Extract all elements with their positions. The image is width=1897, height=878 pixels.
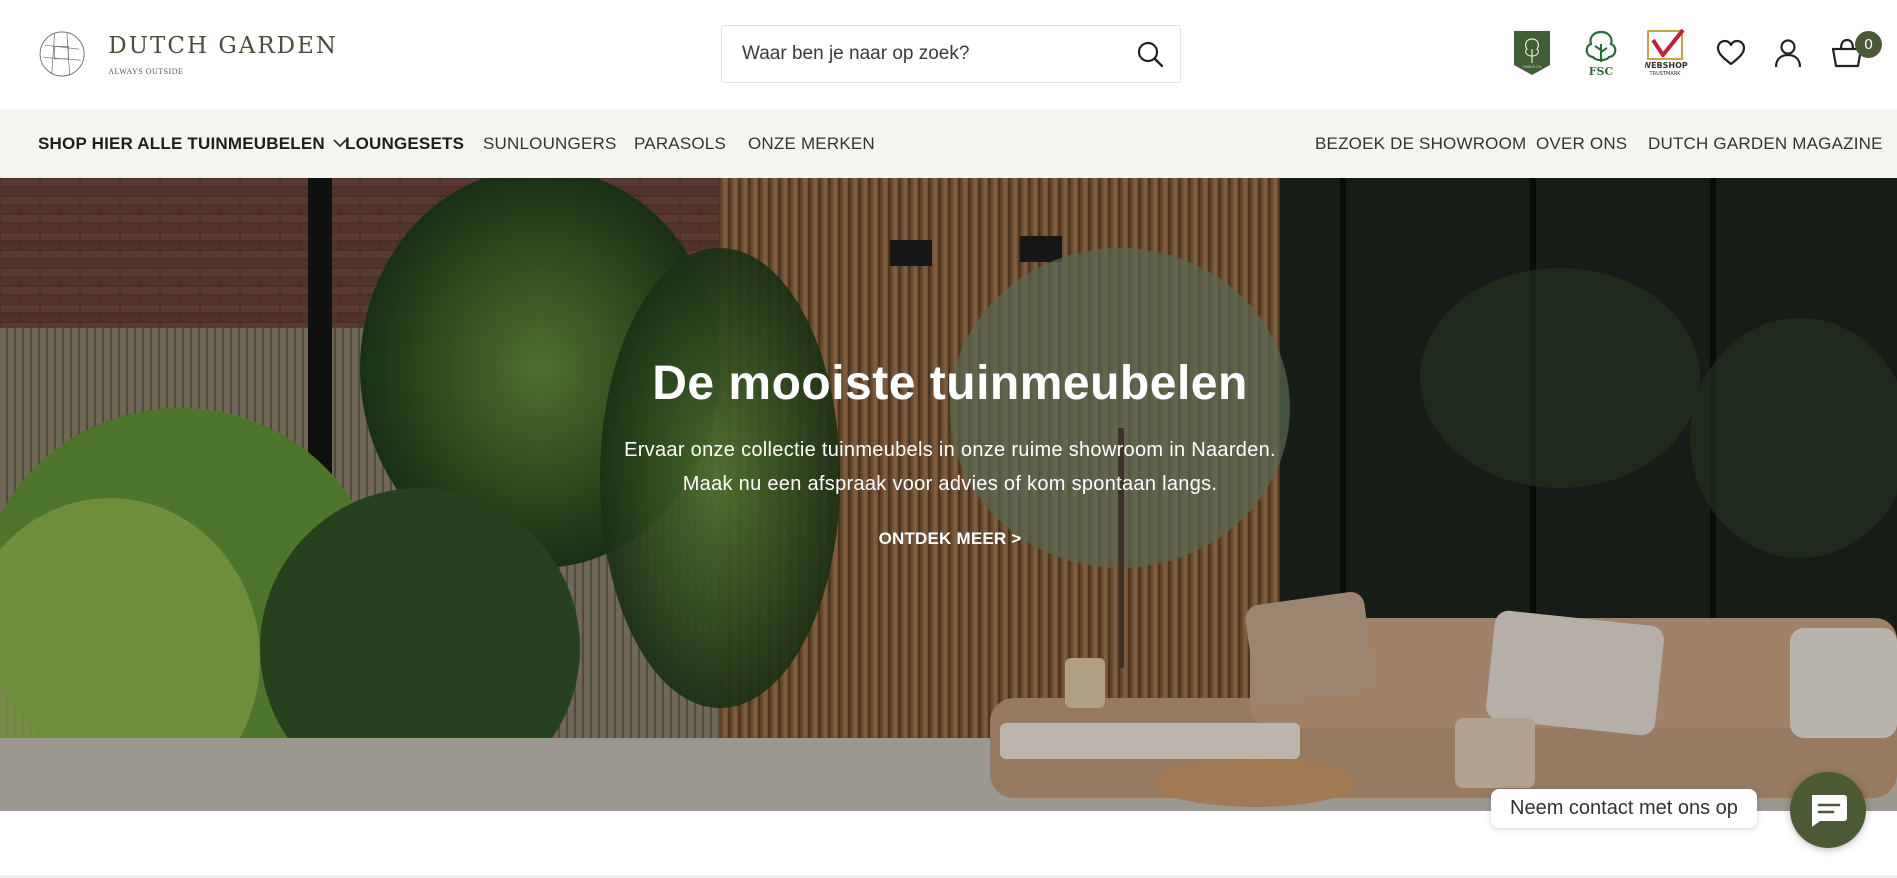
- search-bar: [721, 25, 1181, 83]
- svg-text:TRUSTMARK: TRUSTMARK: [1649, 71, 1682, 77]
- nav-item-label: DUTCH GARDEN MAGAZINE: [1648, 133, 1883, 153]
- nav-item-showroom[interactable]: BEZOEK DE SHOWROOM: [1315, 109, 1526, 178]
- user-icon: [1774, 39, 1802, 68]
- nav-item-onze-merken[interactable]: ONZE MERKEN: [748, 109, 875, 178]
- dutch-garden-logo-mark: [39, 31, 85, 77]
- nav-item-label: LOUNGESETS: [345, 133, 465, 153]
- nav-item-magazine[interactable]: DUTCH GARDEN MAGAZINE: [1648, 109, 1883, 178]
- nav-item-label: SUNLOUNGERS: [483, 133, 617, 153]
- svg-text:FSC: FSC: [1589, 65, 1614, 78]
- chat-button[interactable]: [1790, 772, 1866, 848]
- hero-cta-wrapper: ONTDEK MEER >: [0, 529, 1897, 549]
- heart-icon: [1716, 39, 1746, 66]
- svg-text:WEBSHOP: WEBSHOP: [1645, 61, 1688, 70]
- chat-icon: [1812, 795, 1847, 827]
- garden-shield-badge[interactable]: TUIN·&·CO: [1511, 28, 1553, 78]
- wishlist-button[interactable]: [1714, 28, 1748, 78]
- hero-subtitle-line2: Maak nu een afspraak voor advies of kom …: [682, 473, 1218, 495]
- hero-title: De mooiste tuinmeubelen: [652, 357, 1248, 410]
- nav-item-shop-all[interactable]: SHOP HIER ALLE TUINMEUBELEN: [38, 109, 347, 178]
- nav-item-label: PARASOLS: [634, 133, 726, 153]
- fsc-tree-icon: FSC: [1585, 30, 1617, 78]
- nav-item-parasols[interactable]: PARASOLS: [634, 109, 726, 178]
- logo-title: DUTCH GARDEN: [108, 32, 338, 59]
- logo-subtitle: ALWAYS OUTSIDE: [108, 66, 184, 76]
- nav-item-label: BEZOEK DE SHOWROOM: [1315, 133, 1527, 153]
- nav-item-label: SHOP HIER ALLE TUINMEUBELEN: [38, 133, 325, 153]
- nav-item-label: ONZE MERKEN: [748, 133, 875, 153]
- svg-text:TUIN·&·CO: TUIN·&·CO: [1522, 65, 1542, 69]
- cart-count-badge: 0: [1855, 31, 1882, 58]
- hero-banner: De mooiste tuinmeubelen Ervaar onze coll…: [0, 178, 1897, 811]
- main-navigation: SHOP HIER ALLE TUINMEUBELEN LOUNGESETS S…: [0, 109, 1897, 178]
- nav-item-label: OVER ONS: [1536, 133, 1628, 153]
- search-button[interactable]: [1120, 26, 1180, 82]
- hero-subtitle-line1: Ervaar onze collectie tuinmeubels in onz…: [624, 439, 1276, 461]
- nav-item-sunloungers[interactable]: SUNLOUNGERS: [483, 109, 617, 178]
- nav-item-loungesets[interactable]: LOUNGESETS: [345, 109, 464, 178]
- account-button[interactable]: [1772, 28, 1804, 78]
- nav-item-over-ons[interactable]: OVER ONS: [1536, 109, 1627, 178]
- trustmark-icon: WEBSHOP TRUSTMARK: [1645, 28, 1688, 77]
- webshop-trustmark-badge[interactable]: WEBSHOP TRUSTMARK: [1645, 28, 1689, 78]
- site-header: DUTCH GARDEN ALWAYS OUTSIDE TUIN·&·CO FS…: [0, 0, 1897, 109]
- fsc-badge[interactable]: FSC: [1578, 28, 1624, 78]
- discover-more-link[interactable]: ONTDEK MEER >: [879, 529, 1022, 548]
- search-icon: [1137, 41, 1164, 68]
- contact-chat-label[interactable]: Neem contact met ons op: [1491, 789, 1757, 828]
- site-logo[interactable]: DUTCH GARDEN ALWAYS OUTSIDE: [38, 19, 338, 89]
- search-input[interactable]: [722, 26, 1120, 82]
- shield-icon: TUIN·&·CO: [1514, 31, 1550, 75]
